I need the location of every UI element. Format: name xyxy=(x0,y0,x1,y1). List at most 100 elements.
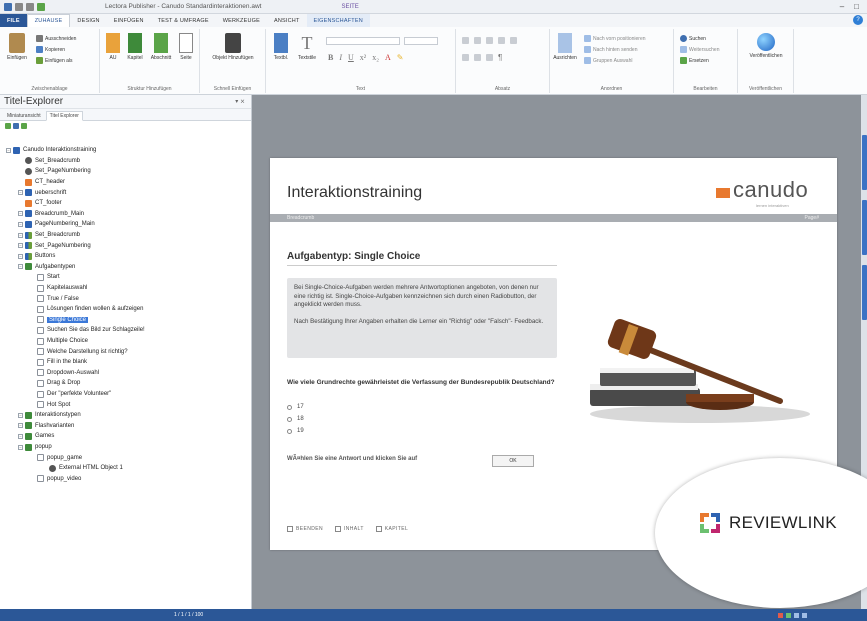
refresh-icon[interactable] xyxy=(21,123,27,129)
tree-node[interactable]: popup_video xyxy=(30,474,81,485)
group-selection-button[interactable]: Gruppen Auswahl xyxy=(584,57,632,64)
tree-node[interactable]: True / False xyxy=(30,293,79,304)
tree-node[interactable]: Fill in the blank xyxy=(30,357,87,368)
quick-access-toolbar[interactable] xyxy=(4,2,45,11)
side-panel-tab-1[interactable] xyxy=(862,135,867,190)
line-spacing-icon[interactable] xyxy=(510,37,517,44)
tab-werkzeuge[interactable]: WERKZEUGE xyxy=(216,14,267,27)
expand-toggle-icon[interactable] xyxy=(30,349,35,354)
tree-node[interactable]: Drag & Drop xyxy=(30,378,80,389)
subscript-icon[interactable]: x₂ xyxy=(372,53,379,62)
bullets-icon[interactable] xyxy=(462,54,469,61)
answer-option-3[interactable]: 19 xyxy=(287,428,304,434)
numbering-icon[interactable] xyxy=(474,54,481,61)
tree-node[interactable]: − Canudo Interaktionstraining xyxy=(6,145,96,156)
font-color-icon[interactable]: A xyxy=(385,53,391,62)
side-panel-tab-3[interactable] xyxy=(862,265,867,320)
tab-ansicht[interactable]: ANSICHT xyxy=(267,14,307,27)
italic-button[interactable]: I xyxy=(339,53,342,62)
expand-toggle-icon[interactable] xyxy=(30,360,35,365)
collapse-all-icon[interactable] xyxy=(13,123,19,129)
tree-node[interactable]: Set_PageNumbering xyxy=(18,166,91,177)
expand-toggle-icon[interactable]: − xyxy=(18,433,23,439)
expand-toggle-icon[interactable]: − xyxy=(6,147,11,153)
pilcrow-icon[interactable]: ¶ xyxy=(498,53,502,62)
expand-toggle-icon[interactable] xyxy=(30,296,35,301)
indent-icon[interactable] xyxy=(486,54,493,61)
tree-node[interactable]: Hot Spot xyxy=(30,399,70,410)
tab-test-umfrage[interactable]: TEST & UMFRAGE xyxy=(151,14,216,27)
pin-icon[interactable]: ▾ ⨯ xyxy=(235,98,245,105)
add-chapter-button[interactable]: Kapitel xyxy=(124,33,146,61)
font-size-select[interactable] xyxy=(404,37,438,45)
tab-design[interactable]: DESIGN xyxy=(70,14,106,27)
exit-button[interactable]: BEENDEN xyxy=(287,526,323,532)
ok-icon[interactable] xyxy=(786,612,791,618)
textbox-button[interactable]: Textbl. xyxy=(270,33,292,61)
paste-as-button[interactable]: Einfügen als xyxy=(36,57,73,64)
tree-node[interactable]: − Set_Breadcrumb xyxy=(18,230,80,241)
tab-einfuegen[interactable]: EINFÜGEN xyxy=(107,14,151,27)
tree-node[interactable]: − popup xyxy=(18,442,52,453)
tab-eigenschaften[interactable]: EIGENSCHAFTEN xyxy=(306,14,370,27)
tree-node[interactable]: − ueberschrift xyxy=(18,187,66,198)
publish-button[interactable]: Veröffentlichen xyxy=(740,33,792,59)
expand-toggle-icon[interactable] xyxy=(30,476,35,481)
highlight-icon[interactable]: ✎ xyxy=(397,53,404,62)
expand-toggle-icon[interactable] xyxy=(30,370,35,375)
expand-toggle-icon[interactable]: − xyxy=(18,211,23,217)
maximize-icon[interactable]: □ xyxy=(854,2,859,11)
replace-button[interactable]: Ersetzen xyxy=(680,57,709,64)
view-icon[interactable] xyxy=(794,612,799,618)
expand-toggle-icon[interactable]: − xyxy=(18,221,23,227)
expand-toggle-icon[interactable]: − xyxy=(18,243,23,249)
expand-toggle-icon[interactable]: − xyxy=(18,253,23,259)
underline-button[interactable]: U xyxy=(348,53,354,62)
expand-toggle-icon[interactable] xyxy=(18,201,23,206)
tree-node[interactable]: Der "perfekte Volunteer" xyxy=(30,389,111,400)
copy-button[interactable]: Kopieren xyxy=(36,46,65,53)
tree-node[interactable]: − Flashvarianten xyxy=(18,421,74,432)
expand-toggle-icon[interactable]: − xyxy=(18,232,23,238)
expand-toggle-icon[interactable] xyxy=(18,169,23,174)
tree-node[interactable]: − Aufgabentypen xyxy=(18,262,75,273)
zoom-icon[interactable] xyxy=(802,612,807,618)
tree-node[interactable]: CT_footer xyxy=(18,198,62,209)
tree-node[interactable]: Suchen Sie das Bild zur Schlagzeile! xyxy=(30,325,145,336)
align-center-icon[interactable] xyxy=(474,37,481,44)
ok-button[interactable]: OK xyxy=(492,455,534,467)
align-right-icon[interactable] xyxy=(486,37,493,44)
expand-toggle-icon[interactable]: − xyxy=(18,444,23,450)
tab-title-explorer[interactable]: Titel Explorer xyxy=(45,111,83,121)
tree-node[interactable]: − PageNumbering_Main xyxy=(18,219,95,230)
tab-file[interactable]: FILE xyxy=(0,14,27,27)
preview-icon[interactable] xyxy=(37,2,45,11)
expand-all-icon[interactable] xyxy=(5,123,11,129)
expand-toggle-icon[interactable]: − xyxy=(18,264,23,270)
expand-toggle-icon[interactable] xyxy=(30,275,35,280)
radio-button[interactable] xyxy=(287,404,292,410)
contents-button[interactable]: INHALT xyxy=(334,526,364,532)
tree-node[interactable]: Set_Breadcrumb xyxy=(18,156,80,167)
tree-node[interactable]: Kapitelauswahl xyxy=(30,283,87,294)
font-family-select[interactable] xyxy=(326,37,400,45)
expand-toggle-icon[interactable] xyxy=(30,307,35,312)
tree-node[interactable]: Single Choice xyxy=(30,315,89,326)
expand-toggle-icon[interactable]: − xyxy=(18,412,23,418)
justify-icon[interactable] xyxy=(498,37,505,44)
expand-toggle-icon[interactable] xyxy=(30,402,35,407)
add-section-button[interactable]: Abschnitt xyxy=(148,33,174,61)
tree-node[interactable]: Lösungen finden wollen & aufzeigen xyxy=(30,304,143,315)
tab-thumbnail-view[interactable]: Miniaturansicht xyxy=(4,112,44,120)
tree-node[interactable]: − Set_PageNumbering xyxy=(18,240,91,251)
tree-node[interactable]: − Buttons xyxy=(18,251,55,262)
tree-node[interactable]: popup_game xyxy=(30,452,82,463)
expand-toggle-icon[interactable]: − xyxy=(18,190,23,196)
expand-toggle-icon[interactable] xyxy=(30,328,35,333)
find-next-button[interactable]: Weitersuchen xyxy=(680,46,719,53)
side-panel-tab-2[interactable] xyxy=(862,200,867,255)
tree-node[interactable]: CT_header xyxy=(18,177,65,188)
minimize-icon[interactable]: – xyxy=(840,2,844,11)
expand-toggle-icon[interactable] xyxy=(30,381,35,386)
tree-node[interactable]: − Interaktionstypen xyxy=(18,410,81,421)
